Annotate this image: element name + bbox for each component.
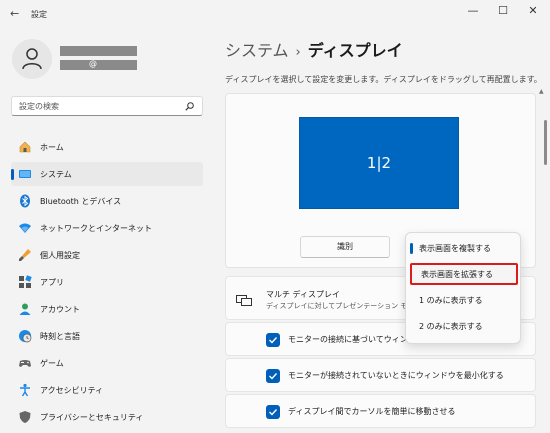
shield-icon xyxy=(19,411,31,423)
checkmark-icon xyxy=(269,373,278,380)
redacted-user-name xyxy=(60,46,137,56)
current-option-indicator xyxy=(410,243,413,254)
option-label: 表示画面を拡張する xyxy=(421,270,493,279)
apps-icon xyxy=(19,275,32,288)
checkbox-label: ディスプレイ間でカーソルを簡単に移動させる xyxy=(288,407,456,416)
multi-display-title: マルチ ディスプレイ xyxy=(266,290,340,299)
sidebar-item-label: 時刻と言語 xyxy=(40,332,80,341)
option-duplicate[interactable]: 表示画面を複製する xyxy=(410,237,518,259)
sidebar-item-label: ゲーム xyxy=(40,359,64,368)
option-only-2[interactable]: 2 のみに表示する xyxy=(410,315,518,337)
sidebar-item-apps[interactable]: アプリ xyxy=(11,270,203,294)
sidebar-item-privacy[interactable]: プライバシーとセキュリティ xyxy=(11,405,203,429)
checkbox-label: モニターが接続されていないときにウィンドウを最小化する xyxy=(288,371,504,380)
system-icon xyxy=(19,170,31,178)
sidebar-item-label: アクセシビリティ xyxy=(40,386,104,395)
close-button[interactable]: ✕ xyxy=(518,4,548,18)
remember-window-checkbox[interactable] xyxy=(266,333,280,347)
sidebar-item-label: Bluetooth とデバイス xyxy=(40,197,122,206)
sidebar-item-network[interactable]: ネットワークとインターネット xyxy=(11,216,203,240)
display-instruction: ディスプレイを選択して設定を変更します。ディスプレイをドラッグして再配置します。 xyxy=(225,75,542,84)
user-icon xyxy=(22,48,42,70)
wifi-icon xyxy=(19,223,31,233)
sidebar-item-personalization[interactable]: 個人用設定 xyxy=(11,243,203,267)
option-label: 2 のみに表示する xyxy=(419,322,483,331)
monitor-tile[interactable]: 1|2 xyxy=(299,117,459,209)
sidebar-item-gaming[interactable]: ゲーム xyxy=(11,351,203,375)
sidebar-item-label: アカウント xyxy=(40,305,80,314)
search-input[interactable]: 設定の検索 xyxy=(11,96,203,116)
setting-row: ディスプレイ間でカーソルを簡単に移動させる xyxy=(225,394,536,428)
sidebar-item-label: ネットワークとインターネット xyxy=(40,224,152,233)
sidebar-item-system[interactable]: システム xyxy=(11,162,203,186)
back-arrow-icon[interactable]: ← xyxy=(10,7,19,20)
sidebar-item-label: システム xyxy=(40,170,72,179)
accessibility-icon xyxy=(20,383,30,397)
monitor-label: 1|2 xyxy=(366,154,392,172)
breadcrumb: システム › ディスプレイ xyxy=(225,37,403,61)
scroll-up-icon[interactable]: ▲ xyxy=(539,88,544,95)
ease-cursor-checkbox[interactable] xyxy=(266,405,280,419)
title-bar: ← 設定 — ☐ ✕ xyxy=(0,0,550,28)
setting-row: モニターが接続されていないときにウィンドウを最小化する xyxy=(225,358,536,392)
bluetooth-icon xyxy=(20,194,30,208)
clock-globe-icon xyxy=(19,330,32,343)
option-label: 1 のみに表示する xyxy=(419,296,483,305)
brush-icon xyxy=(19,249,31,261)
minimize-button[interactable]: — xyxy=(458,4,488,18)
sidebar-item-label: アプリ xyxy=(40,278,64,287)
sidebar-item-time-language[interactable]: 時刻と言語 xyxy=(11,324,203,348)
display-mode-dropdown: 表示画面を複製する 表示画面を拡張する 1 のみに表示する 2 のみに表示する xyxy=(405,232,521,344)
sidebar-item-accessibility[interactable]: アクセシビリティ xyxy=(11,378,203,402)
sidebar-item-bluetooth[interactable]: Bluetooth とデバイス xyxy=(11,189,203,213)
home-icon xyxy=(19,141,31,153)
sidebar-item-home[interactable]: ホーム xyxy=(11,135,203,159)
sidebar-item-label: 個人用設定 xyxy=(40,251,80,260)
page-title: ディスプレイ xyxy=(307,41,403,60)
checkmark-icon xyxy=(269,409,278,416)
game-icon xyxy=(19,360,31,367)
identify-button[interactable]: 識別 xyxy=(300,236,390,258)
option-label: 表示画面を複製する xyxy=(419,244,491,253)
email-at-sign: @ xyxy=(89,59,97,68)
avatar[interactable] xyxy=(12,39,52,79)
minimize-windows-checkbox[interactable] xyxy=(266,369,280,383)
sidebar-item-label: プライバシーとセキュリティ xyxy=(40,413,144,422)
option-only-1[interactable]: 1 のみに表示する xyxy=(410,289,518,311)
sidebar-item-accounts[interactable]: アカウント xyxy=(11,297,203,321)
sidebar-item-label: ホーム xyxy=(40,143,64,152)
breadcrumb-parent[interactable]: システム xyxy=(225,41,289,60)
maximize-button[interactable]: ☐ xyxy=(488,4,518,18)
window-title: 設定 xyxy=(31,10,47,19)
checkmark-icon xyxy=(269,337,278,344)
search-icon xyxy=(185,102,194,111)
scrollbar-thumb[interactable] xyxy=(544,120,547,165)
breadcrumb-separator: › xyxy=(295,45,301,60)
multi-display-icon xyxy=(236,295,252,306)
selection-indicator xyxy=(11,169,14,180)
option-extend[interactable]: 表示画面を拡張する xyxy=(410,263,518,285)
search-placeholder: 設定の検索 xyxy=(19,102,59,111)
redacted-user-email xyxy=(60,60,137,70)
account-icon xyxy=(19,303,31,315)
